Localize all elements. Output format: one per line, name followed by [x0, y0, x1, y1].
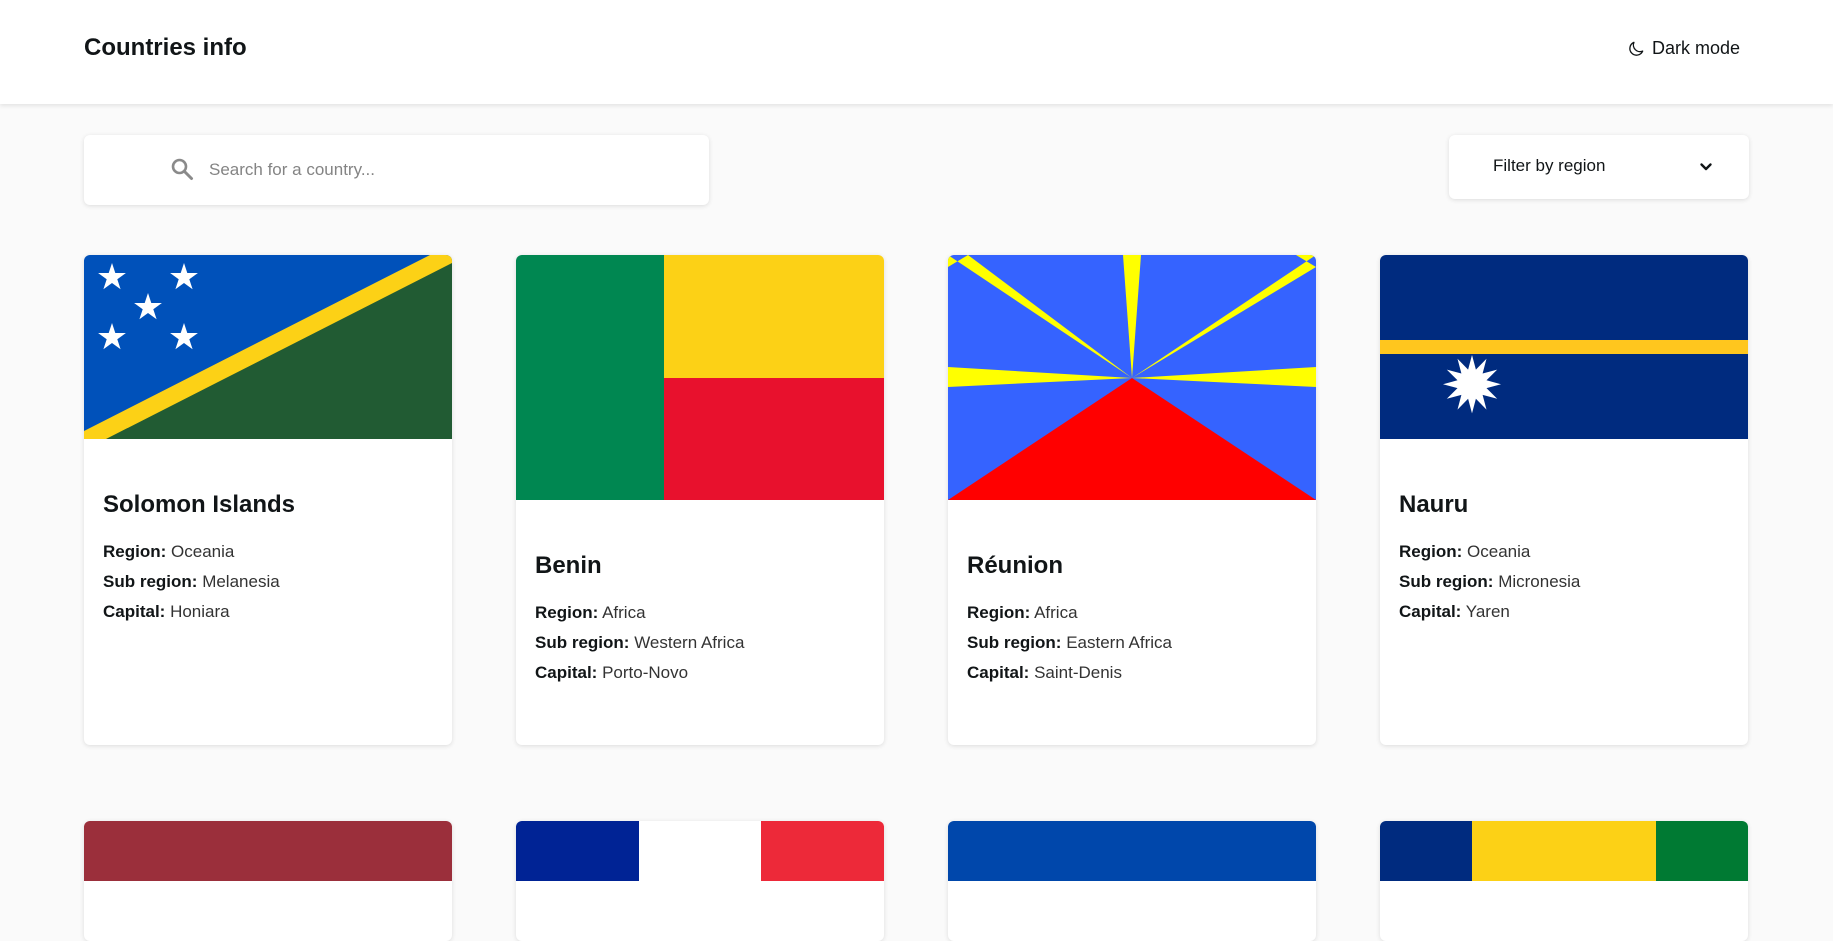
dark-mode-label: Dark mode — [1652, 38, 1741, 58]
capital-row: Capital: Porto-Novo — [535, 663, 689, 682]
subregion-row: Sub region: Micronesia — [1399, 572, 1581, 591]
flag-image — [1380, 255, 1748, 439]
chevron-down-icon — [1700, 163, 1712, 171]
flag-image — [84, 821, 452, 881]
country-card[interactable]: Réunion Region: Africa Sub region: Easte… — [948, 255, 1316, 745]
moon-icon — [1629, 41, 1644, 56]
app-title: Countries info — [84, 34, 247, 61]
search-input[interactable] — [209, 155, 679, 185]
flag-image — [516, 255, 884, 500]
subregion-row: Sub region: Melanesia — [103, 572, 280, 591]
flag-image — [948, 255, 1316, 500]
country-card[interactable] — [516, 821, 884, 941]
country-card[interactable]: Solomon Islands Region: Oceania Sub regi… — [84, 255, 452, 745]
region-row: Region: Oceania — [1399, 542, 1531, 561]
capital-row: Capital: Saint-Denis — [967, 663, 1122, 682]
country-name: Réunion — [967, 552, 1063, 579]
country-card[interactable] — [948, 821, 1316, 941]
region-row: Region: Africa — [967, 603, 1078, 622]
flag-image — [1380, 821, 1748, 881]
country-card[interactable] — [1380, 821, 1748, 941]
region-row: Region: Africa — [535, 603, 646, 622]
region-row: Region: Oceania — [103, 542, 235, 561]
subregion-row: Sub region: Western Africa — [535, 633, 745, 652]
filter-label: Filter by region — [1493, 156, 1606, 175]
subregion-row: Sub region: Eastern Africa — [967, 633, 1173, 652]
flag-image — [948, 821, 1316, 881]
search-icon — [171, 158, 193, 180]
capital-row: Capital: Yaren — [1399, 602, 1510, 621]
search-box — [84, 135, 709, 205]
country-name: Nauru — [1399, 491, 1469, 518]
app-header: Countries info Dark mode — [0, 0, 1833, 104]
country-card[interactable]: Benin Region: Africa Sub region: Western… — [516, 255, 884, 745]
country-name: Benin — [535, 552, 602, 579]
region-filter-dropdown[interactable]: Filter by region — [1449, 135, 1749, 199]
flag-image — [516, 821, 884, 881]
dark-mode-toggle[interactable]: Dark mode — [1626, 38, 1740, 59]
country-card[interactable] — [84, 821, 452, 941]
flag-image — [84, 255, 452, 439]
country-card[interactable]: Nauru Region: Oceania Sub region: Micron… — [1380, 255, 1748, 745]
capital-row: Capital: Honiara — [103, 602, 230, 621]
country-name: Solomon Islands — [103, 491, 296, 518]
